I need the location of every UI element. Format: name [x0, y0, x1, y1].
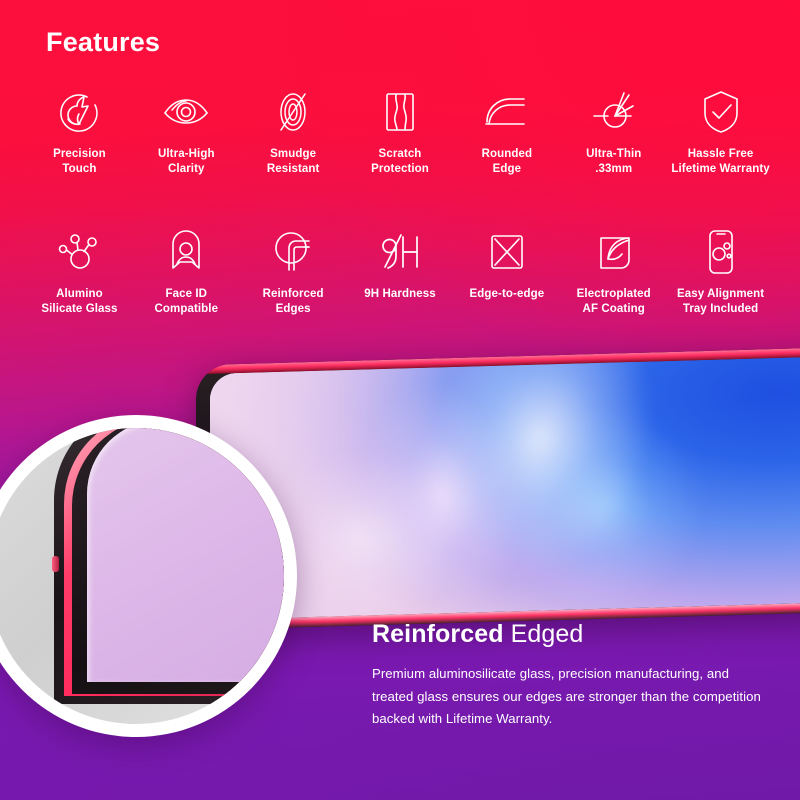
feature-ultra-high-clarity[interactable]: Ultra-High Clarity — [133, 86, 240, 177]
scratch-protection-icon — [374, 86, 426, 138]
face-id-icon — [160, 226, 212, 278]
feature-af-coating[interactable]: Electroplated AF Coating — [560, 226, 667, 317]
feature-row-2: Alumino Silicate Glass Face ID Compatibl… — [26, 226, 774, 317]
feature-label: Smudge Resistant — [266, 148, 320, 176]
feature-hassle-free-warranty[interactable]: Hassle Free Lifetime Warranty — [667, 86, 774, 177]
feature-label: Precision Touch — [53, 148, 106, 176]
hero-heading-light: Edged — [503, 620, 584, 648]
edge-to-edge-icon — [481, 226, 533, 278]
page-title: Features — [46, 27, 161, 57]
magnifier-lens — [0, 428, 284, 724]
magnifier-circle — [0, 415, 297, 737]
reinforced-edges-icon — [267, 226, 319, 278]
feature-label: Reinforced Edges — [262, 288, 324, 316]
hero-heading: Reinforced Edged — [372, 620, 772, 649]
feature-label: Hassle Free Lifetime Warranty — [671, 148, 770, 176]
shield-check-icon — [695, 86, 747, 138]
feature-label: Alumino Silicate Glass — [41, 288, 118, 316]
feature-edge-to-edge[interactable]: Edge-to-edge — [453, 226, 560, 302]
feature-label: Edge-to-edge — [469, 288, 545, 300]
magnified-side-button — [52, 556, 59, 572]
ultra-thin-caliper-icon — [588, 86, 640, 138]
feature-scratch-protection[interactable]: Scratch Protection — [347, 86, 454, 177]
smudge-resistant-icon — [267, 86, 319, 138]
nine-h-hardness-icon — [374, 226, 426, 278]
feature-9h-hardness[interactable]: 9H Hardness — [347, 226, 454, 302]
feature-label: Ultra-High Clarity — [157, 148, 215, 176]
feature-precision-touch[interactable]: Precision Touch — [26, 86, 133, 177]
feature-alumino-silicate-glass[interactable]: Alumino Silicate Glass — [26, 226, 133, 317]
feature-label: Rounded Edge — [481, 148, 533, 176]
feature-face-id-compatible[interactable]: Face ID Compatible — [133, 226, 240, 317]
feature-ultra-thin[interactable]: Ultra-Thin .33mm — [560, 86, 667, 177]
rounded-edge-icon — [481, 86, 533, 138]
feature-rounded-edge[interactable]: Rounded Edge — [453, 86, 560, 177]
af-coating-icon — [588, 226, 640, 278]
feature-label: Scratch Protection — [371, 148, 429, 176]
feature-label: Easy Alignment Tray Included — [676, 288, 765, 316]
feature-row-1: Precision Touch Ultra-High Clarity Smudg… — [26, 86, 774, 177]
hero-body-text: Premium aluminosilicate glass, precision… — [372, 666, 761, 727]
alignment-tray-icon — [695, 226, 747, 278]
feature-smudge-resistant[interactable]: Smudge Resistant — [240, 86, 347, 177]
precision-touch-icon — [53, 86, 105, 138]
feature-alignment-tray[interactable]: Easy Alignment Tray Included — [667, 226, 774, 317]
feature-label: Electroplated AF Coating — [576, 288, 651, 316]
feature-label: Face ID Compatible — [154, 288, 219, 316]
feature-reinforced-edges[interactable]: Reinforced Edges — [240, 226, 347, 317]
hero-heading-strong: Reinforced — [372, 620, 504, 648]
phone-screen — [210, 355, 800, 620]
molecule-icon — [53, 226, 105, 278]
eye-clarity-icon — [160, 86, 212, 138]
magnified-glass-surface — [87, 428, 284, 682]
feature-label: 9H Hardness — [364, 288, 436, 300]
feature-label: Ultra-Thin .33mm — [586, 148, 642, 176]
hero-text-block: Reinforced Edged Premium aluminosilicate… — [372, 620, 772, 731]
